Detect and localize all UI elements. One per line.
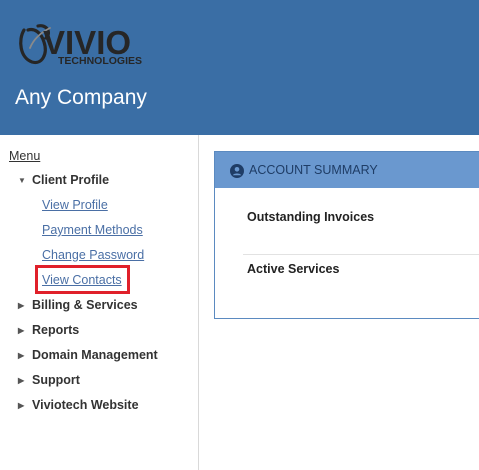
sidebar-item-label: Viviotech Website xyxy=(32,398,139,412)
sidebar-item-label: Client Profile xyxy=(32,173,110,187)
caret-right-icon: ▶ xyxy=(18,350,25,360)
menu-link[interactable]: Menu xyxy=(9,149,40,163)
caret-down-icon: ▼ xyxy=(18,175,26,185)
user-circle-icon xyxy=(230,164,244,178)
row-divider xyxy=(243,254,479,255)
outstanding-invoices-label: Outstanding Invoices xyxy=(247,210,375,224)
account-summary-title: ACCOUNT SUMMARY xyxy=(249,163,378,177)
sidebar-item-label: Domain Management xyxy=(32,348,158,362)
account-summary-header: ACCOUNT SUMMARY xyxy=(215,152,479,188)
sidebar-menu: Menu ▼ Client Profile View Profile Payme… xyxy=(0,135,199,470)
caret-right-icon: ▶ xyxy=(18,325,25,335)
payment-methods-link[interactable]: Payment Methods xyxy=(42,223,143,237)
caret-right-icon: ▶ xyxy=(18,375,25,385)
sidebar-item-domain-management[interactable]: ▶ Domain Management xyxy=(18,348,158,362)
sidebar-item-billing-services[interactable]: ▶ Billing & Services xyxy=(18,298,138,312)
logo-sub-text: TECHNOLOGIES xyxy=(58,55,143,67)
active-services-label: Active Services xyxy=(247,262,340,276)
page-header: VIVIO TECHNOLOGIES Any Company xyxy=(0,0,479,135)
sidebar-item-reports[interactable]: ▶ Reports xyxy=(18,323,79,337)
change-password-link[interactable]: Change Password xyxy=(42,248,144,262)
sidebar-item-label: Support xyxy=(32,373,80,387)
sidebar-item-viviotech-website[interactable]: ▶ Viviotech Website xyxy=(18,398,139,412)
company-name: Any Company xyxy=(15,86,147,109)
caret-right-icon: ▶ xyxy=(18,400,25,410)
view-contacts-link[interactable]: View Contacts xyxy=(42,273,122,287)
vivio-logo[interactable]: VIVIO TECHNOLOGIES xyxy=(16,18,151,68)
view-profile-link[interactable]: View Profile xyxy=(42,198,108,212)
sidebar-item-client-profile[interactable]: ▼ Client Profile xyxy=(18,173,109,187)
sidebar-item-label: Billing & Services xyxy=(32,298,138,312)
caret-right-icon: ▶ xyxy=(18,300,25,310)
sidebar-item-label: Reports xyxy=(32,323,80,337)
account-summary-panel: ACCOUNT SUMMARY Outstanding Invoices Act… xyxy=(214,151,479,319)
sidebar-item-support[interactable]: ▶ Support xyxy=(18,373,80,387)
